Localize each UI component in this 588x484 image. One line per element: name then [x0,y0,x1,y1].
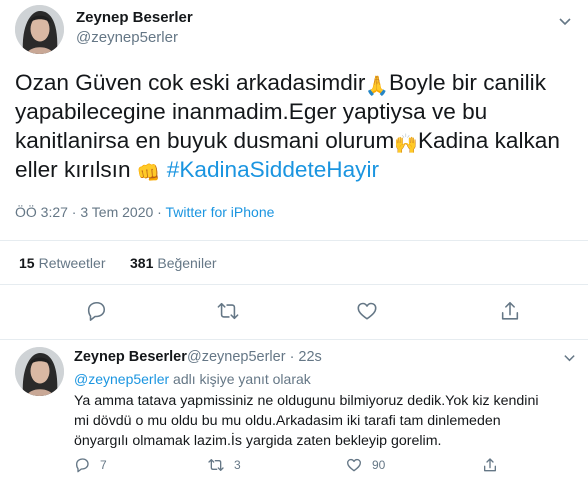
retweets-stat[interactable]: 15 Retweetler [19,255,106,271]
tweet-actions [0,296,588,328]
author-handle[interactable]: @zeynep5erler [76,29,178,46]
chevron-down-icon[interactable] [563,351,576,364]
retweet-icon[interactable] [217,300,239,322]
avatar[interactable] [15,347,64,396]
reply-line: mi dövdü o mu oldu bu mu oldu.Arkadasim … [74,413,501,429]
tweet-stats: 15 Retweetler 381 Beğeniler [0,240,588,285]
source-link[interactable]: Twitter for iPhone [165,204,274,220]
tweet-text: Ozan Güven cok eski arkadasimdir🙏Boyle b… [15,68,580,184]
reply-reply-button[interactable]: 7 [74,455,107,475]
chevron-down-icon[interactable] [558,14,572,28]
main-tweet: Zeynep Beserler @zeynep5erler Ozan Güven… [0,0,588,340]
reply-retweet-count: 3 [234,458,241,472]
tweet-meta: ÖÖ 3:27 · 3 Tem 2020 · Twitter for iPhon… [15,204,274,220]
tweet-text-segment: eller kırılsın [15,157,137,182]
author-name[interactable]: Zeynep Beserler [76,9,193,26]
reply-author-name[interactable]: Zeynep Beserler [74,349,187,365]
reply-line: önyargılı olmamak lazim.İs yargida zaten… [74,433,442,449]
share-icon [484,458,496,472]
tweet-text-segment: Kadina kalkan [417,128,560,153]
reply-like-button[interactable]: 90 [346,455,385,475]
reply-count: 7 [100,458,107,472]
tweet-line: kanitlanirsa en buyuk dusmani olurum🙌Kad… [15,126,580,155]
replying-suffix: adlı kişiye yanıt olarak [169,371,311,387]
timestamp[interactable]: ÖÖ 3:27 · 3 Tem 2020 · [15,204,165,220]
tweet-text-segment: kanitlanirsa en buyuk dusmani olurum [15,128,395,153]
pray-emoji-icon: 🙏 [365,76,390,97]
raised-hands-emoji-icon: 🙌 [394,134,418,155]
reply-text: Ya amma tatava yapmissiniz ne oldugunu b… [74,391,579,451]
tweet-line: Ozan Güven cok eski arkadasimdir🙏Boyle b… [15,68,580,97]
reply-icon[interactable] [85,300,107,322]
like-count: 381 [130,255,154,271]
like-icon [347,458,361,472]
like-icon[interactable] [356,300,378,322]
like-label: Beğeniler [157,255,217,271]
avatar[interactable] [15,5,64,54]
retweet-icon [208,459,224,471]
reply-share-button[interactable] [482,455,508,475]
reply-retweet-button[interactable]: 3 [208,455,241,475]
retweet-label: Retweetler [38,255,106,271]
tweet-line: yapabilecegine inanmadim.Eger yaptiysa v… [15,97,580,126]
replying-mention-link[interactable]: @zeynep5erler [74,371,169,387]
reply-tweet[interactable]: Zeynep Beserler @zeynep5erler · 22s @zey… [0,341,588,484]
tweet-text-segment: Ozan Güven cok eski arkadasimdir [15,70,366,95]
hashtag-link[interactable]: #KadinaSiddeteHayir [167,157,379,182]
tweet-text-segment: Boyle bir canilik [389,70,546,95]
tweet-line: eller kırılsın 👊 #KadinaSiddeteHayir [15,155,580,184]
reply-line: Ya amma tatava yapmissiniz ne oldugunu b… [74,393,539,409]
retweet-count: 15 [19,255,35,271]
fist-emoji-icon: 👊 [136,163,161,184]
share-icon[interactable] [499,300,521,322]
reply-actions: 7 3 90 [74,455,574,477]
likes-stat[interactable]: 381 Beğeniler [130,255,217,271]
reply-icon [76,458,89,473]
reply-like-count: 90 [372,458,386,472]
tweet-text-segment: yapabilecegine inanmadim.Eger yaptiysa v… [15,99,488,124]
reply-author-handle[interactable]: @zeynep5erler · 22s [187,349,322,365]
replying-to: @zeynep5erler adlı kişiye yanıt olarak [74,371,311,387]
